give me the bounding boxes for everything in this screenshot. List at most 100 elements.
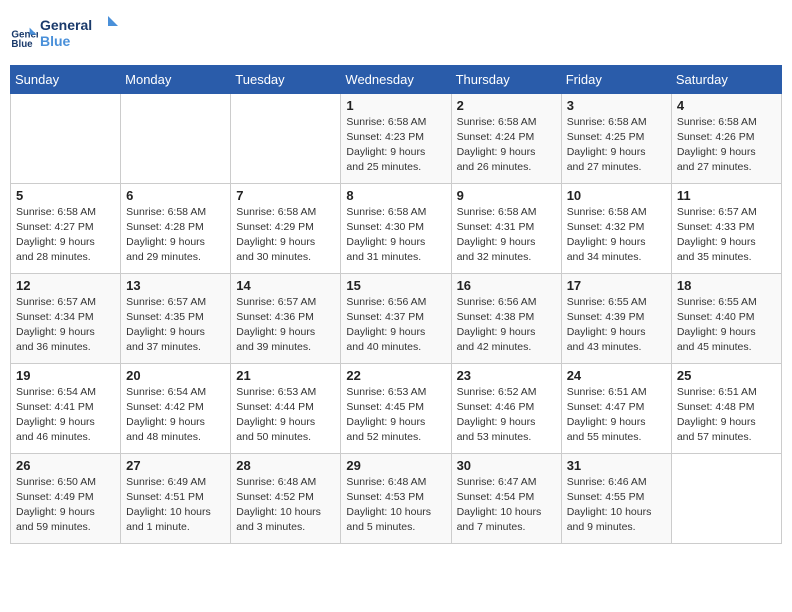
calendar-body: 1Sunrise: 6:58 AM Sunset: 4:23 PM Daylig… [11,93,782,543]
day-cell: 29Sunrise: 6:48 AM Sunset: 4:53 PM Dayli… [341,453,451,543]
calendar-header: SundayMondayTuesdayWednesdayThursdayFrid… [11,65,782,93]
day-number: 20 [126,368,225,383]
day-cell: 24 Sunrise: 6:51 AM Sunset: 4:47 PM Dayli… [561,363,671,453]
day-number: 16 [457,278,556,293]
weekday-header-row: SundayMondayTuesdayWednesdayThursdayFrid… [11,65,782,93]
weekday-wednesday: Wednesday [341,65,451,93]
day-cell: 23 Sunrise: 6:52 AM Sunset: 4:46 PM Dayli… [451,363,561,453]
day-info: Sunrise: 6:58 AM Sunset: 4:26 PM Dayligh… [677,115,776,176]
day-number: 4 [677,98,776,113]
svg-text:Blue: Blue [40,33,71,49]
day-info: Sunrise: 6:58 AM Sunset: 4:27 PM Dayligh… [16,205,115,266]
day-info: Sunrise: 6:58 AM Sunset: 4:24 PM Dayligh… [457,115,556,176]
weekday-friday: Friday [561,65,671,93]
day-info: Sunrise: 6:57 AM Sunset: 4:35 PM Dayligh… [126,295,225,356]
day-info: Sunrise: 6:57 AM Sunset: 4:34 PM Dayligh… [16,295,115,356]
day-number: 2 [457,98,556,113]
day-cell: 5Sunrise: 6:58 AM Sunset: 4:27 PM Daylig… [11,183,121,273]
day-number: 11 [677,188,776,203]
day-info: Sunrise: 6:55 AM Sunset: 4:40 PM Dayligh… [677,295,776,356]
day-number: 30 [457,458,556,473]
day-info: Sunrise: 6:53 AM Sunset: 4:45 PM Dayligh… [346,385,445,446]
day-number: 17 [567,278,666,293]
logo: General Blue General Blue [10,14,120,59]
weekday-sunday: Sunday [11,65,121,93]
day-info: Sunrise: 6:57 AM Sunset: 4:33 PM Dayligh… [677,205,776,266]
day-info: Sunrise: 6:58 AM Sunset: 4:30 PM Dayligh… [346,205,445,266]
day-cell: 2 Sunrise: 6:58 AM Sunset: 4:24 PM Daylig… [451,93,561,183]
day-number: 24 [567,368,666,383]
day-cell: 21 Sunrise: 6:53 AM Sunset: 4:44 PM Dayli… [231,363,341,453]
day-cell: 30 Sunrise: 6:47 AM Sunset: 4:54 PM Dayli… [451,453,561,543]
day-cell: 10 Sunrise: 6:58 AM Sunset: 4:32 PM Dayli… [561,183,671,273]
day-cell: 12Sunrise: 6:57 AM Sunset: 4:34 PM Dayli… [11,273,121,363]
day-info: Sunrise: 6:58 AM Sunset: 4:28 PM Dayligh… [126,205,225,266]
page-header: General Blue General Blue [10,10,782,59]
day-info: Sunrise: 6:58 AM Sunset: 4:29 PM Dayligh… [236,205,335,266]
day-cell: 28 Sunrise: 6:48 AM Sunset: 4:52 PM Dayli… [231,453,341,543]
day-info: Sunrise: 6:51 AM Sunset: 4:48 PM Dayligh… [677,385,776,446]
day-number: 19 [16,368,115,383]
day-number: 23 [457,368,556,383]
day-cell [121,93,231,183]
day-info: Sunrise: 6:46 AM Sunset: 4:55 PM Dayligh… [567,475,666,536]
day-number: 15 [346,278,445,293]
day-info: Sunrise: 6:57 AM Sunset: 4:36 PM Dayligh… [236,295,335,356]
day-number: 7 [236,188,335,203]
weekday-saturday: Saturday [671,65,781,93]
day-info: Sunrise: 6:50 AM Sunset: 4:49 PM Dayligh… [16,475,115,536]
day-number: 25 [677,368,776,383]
weekday-tuesday: Tuesday [231,65,341,93]
day-number: 31 [567,458,666,473]
day-cell [231,93,341,183]
day-number: 10 [567,188,666,203]
logo-icon: General Blue [10,22,38,50]
day-number: 8 [346,188,445,203]
day-cell: 3 Sunrise: 6:58 AM Sunset: 4:25 PM Daylig… [561,93,671,183]
day-info: Sunrise: 6:47 AM Sunset: 4:54 PM Dayligh… [457,475,556,536]
day-number: 1 [346,98,445,113]
day-cell: 16 Sunrise: 6:56 AM Sunset: 4:38 PM Dayli… [451,273,561,363]
day-number: 22 [346,368,445,383]
day-number: 9 [457,188,556,203]
day-info: Sunrise: 6:54 AM Sunset: 4:41 PM Dayligh… [16,385,115,446]
day-info: Sunrise: 6:56 AM Sunset: 4:37 PM Dayligh… [346,295,445,356]
day-cell: 26 Sunrise: 6:50 AM Sunset: 4:49 PM Dayli… [11,453,121,543]
day-cell: 22 Sunrise: 6:53 AM Sunset: 4:45 PM Dayli… [341,363,451,453]
week-row-4: 19 Sunrise: 6:54 AM Sunset: 4:41 PM Dayli… [11,363,782,453]
day-cell: 7 Sunrise: 6:58 AM Sunset: 4:29 PM Daylig… [231,183,341,273]
day-cell: 9Sunrise: 6:58 AM Sunset: 4:31 PM Daylig… [451,183,561,273]
day-info: Sunrise: 6:56 AM Sunset: 4:38 PM Dayligh… [457,295,556,356]
day-info: Sunrise: 6:58 AM Sunset: 4:25 PM Dayligh… [567,115,666,176]
day-cell: 14 Sunrise: 6:57 AM Sunset: 4:36 PM Dayli… [231,273,341,363]
day-info: Sunrise: 6:54 AM Sunset: 4:42 PM Dayligh… [126,385,225,446]
day-cell: 17 Sunrise: 6:55 AM Sunset: 4:39 PM Dayli… [561,273,671,363]
day-number: 26 [16,458,115,473]
day-info: Sunrise: 6:55 AM Sunset: 4:39 PM Dayligh… [567,295,666,356]
day-cell: 11 Sunrise: 6:57 AM Sunset: 4:33 PM Dayli… [671,183,781,273]
weekday-monday: Monday [121,65,231,93]
day-cell: 18Sunrise: 6:55 AM Sunset: 4:40 PM Dayli… [671,273,781,363]
weekday-thursday: Thursday [451,65,561,93]
day-number: 21 [236,368,335,383]
day-cell: 6 Sunrise: 6:58 AM Sunset: 4:28 PM Daylig… [121,183,231,273]
day-cell: 15 Sunrise: 6:56 AM Sunset: 4:37 PM Dayli… [341,273,451,363]
day-number: 29 [346,458,445,473]
day-info: Sunrise: 6:51 AM Sunset: 4:47 PM Dayligh… [567,385,666,446]
day-info: Sunrise: 6:52 AM Sunset: 4:46 PM Dayligh… [457,385,556,446]
logo-text: General Blue [40,14,120,59]
day-cell: 8 Sunrise: 6:58 AM Sunset: 4:30 PM Daylig… [341,183,451,273]
day-cell: 19 Sunrise: 6:54 AM Sunset: 4:41 PM Dayli… [11,363,121,453]
day-number: 13 [126,278,225,293]
day-number: 6 [126,188,225,203]
day-info: Sunrise: 6:48 AM Sunset: 4:52 PM Dayligh… [236,475,335,536]
svg-text:Blue: Blue [11,40,33,51]
day-cell: 31 Sunrise: 6:46 AM Sunset: 4:55 PM Dayli… [561,453,671,543]
day-number: 14 [236,278,335,293]
week-row-1: 1Sunrise: 6:58 AM Sunset: 4:23 PM Daylig… [11,93,782,183]
day-number: 28 [236,458,335,473]
day-info: Sunrise: 6:58 AM Sunset: 4:32 PM Dayligh… [567,205,666,266]
day-info: Sunrise: 6:53 AM Sunset: 4:44 PM Dayligh… [236,385,335,446]
day-number: 3 [567,98,666,113]
calendar-table: SundayMondayTuesdayWednesdayThursdayFrid… [10,65,782,544]
